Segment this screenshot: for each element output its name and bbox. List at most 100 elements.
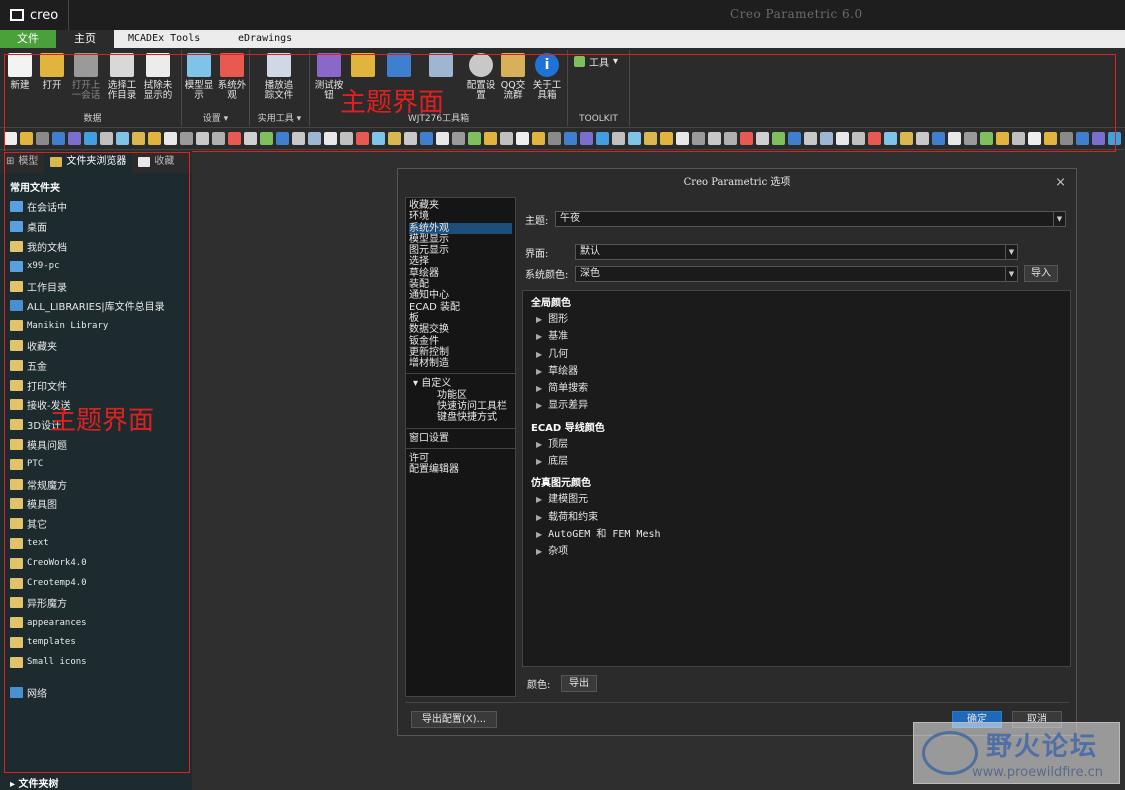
expand-arrow-icon: ▶ xyxy=(536,457,543,467)
color-section-item-label: 建模图元 xyxy=(548,494,589,506)
nav-config-editor[interactable]: 配置编辑器 xyxy=(409,464,512,475)
color-section-item[interactable]: ▶ 底层 xyxy=(531,453,1070,470)
nav-item[interactable]: 板 xyxy=(409,313,512,324)
color-section-item[interactable]: ▶ 显示差异 xyxy=(531,397,1070,414)
expand-arrow-icon: ▶ xyxy=(536,401,543,411)
nav-item[interactable]: 钣金件 xyxy=(409,336,512,347)
color-section-item-label: 杂项 xyxy=(548,546,569,558)
color-section-item-label: 基准 xyxy=(548,331,569,343)
tab-file[interactable]: 文件 xyxy=(0,30,56,48)
nav-item[interactable]: 选择 xyxy=(409,256,512,267)
options-nav-items: 收藏夹 环境 系统外观 模型显示 图元显示 选择 草绘器 装配 通知中心 ECAD 装配板数据交换… xyxy=(409,200,512,369)
expand-arrow-icon: ▶ xyxy=(536,332,543,342)
nav-customize[interactable]: ▾ 自定义 xyxy=(409,378,512,389)
color-section-item[interactable]: ▶ AutoGEM 和 FEM Mesh xyxy=(531,526,1070,543)
options-nav: 收藏夹 环境 系统外观 模型显示 图元显示 选择 草绘器 装配 通知中心 ECAD 装配板数据交换… xyxy=(405,197,516,697)
theme-value: 午夜 xyxy=(560,213,580,224)
tab-mcadex-tools[interactable]: MCADEx Tools xyxy=(114,30,224,48)
folder-tree-label: 文件夹树 xyxy=(18,779,59,790)
nav-customize-label: 自定义 xyxy=(421,378,452,390)
color-section-item[interactable]: ▶ 杂项 xyxy=(531,543,1070,560)
nav-item[interactable]: 增材制造 xyxy=(409,358,512,369)
import-button[interactable]: 导入 xyxy=(1024,265,1058,282)
dialog-divider xyxy=(405,702,1069,703)
annotation-text-ribbon: 主题界面 xyxy=(340,88,445,118)
interface-select[interactable]: 默认 ▼ xyxy=(575,244,1018,260)
forum-logo-icon xyxy=(922,731,978,775)
system-color-label: 系统颜色: xyxy=(525,270,569,281)
nav-item[interactable]: 通知中心 xyxy=(409,290,512,301)
nav-keyboard-shortcuts[interactable]: 键盘快捷方式 xyxy=(409,412,512,423)
theme-select[interactable]: 午夜 ▼ xyxy=(555,211,1066,227)
nav-item[interactable]: 数据交换 xyxy=(409,324,512,335)
color-section-item[interactable]: ▶ 载荷和约束 xyxy=(531,509,1070,526)
nav-item[interactable]: 装配 xyxy=(409,279,512,290)
export-config-button[interactable]: 导出配置(X)... xyxy=(411,711,497,728)
chevron-down-icon: ▼ xyxy=(1005,266,1017,281)
color-section-item-label: 图形 xyxy=(548,314,569,325)
color-section-item[interactable]: ▶ 草绘器 xyxy=(531,363,1070,380)
nav-item[interactable]: 系统外观 xyxy=(409,222,512,234)
color-section-item-label: 底层 xyxy=(548,456,569,468)
creo-logo-icon xyxy=(10,9,24,21)
color-section-item-label: AutoGEM 和 FEM Mesh xyxy=(548,528,661,540)
system-color-value: 深色 xyxy=(580,267,600,279)
expand-arrow-icon: ▶ xyxy=(536,384,543,394)
color-section-item[interactable]: ▶ 顶层 xyxy=(531,436,1070,453)
color-section-item[interactable]: ▶ 建模图元 xyxy=(531,491,1070,508)
theme-label: 主题: xyxy=(525,215,549,227)
nav-item[interactable]: ECAD 装配 xyxy=(409,302,512,313)
annotation-box-ribbon xyxy=(4,54,1116,152)
color-settings-panel: 全局颜色 ▶ 图形 ▶ 基准 ▶ 几何 ▶ 草绘器 ▶ 简单搜索 ▶ 显示差异 ECAD 导线颜色 ▶ 顶层 ▶… xyxy=(522,290,1071,667)
title-bar: creo Creo Parametric 6.0 xyxy=(0,0,1125,30)
window-title: Creo Parametric 6.0 xyxy=(730,7,863,21)
nav-item[interactable]: 环境 xyxy=(409,211,512,222)
expand-arrow-icon: ▶ xyxy=(536,349,543,359)
interface-value: 默认 xyxy=(580,246,600,257)
watermark-title: 野火论坛 xyxy=(986,732,1099,762)
nav-divider xyxy=(406,427,515,429)
nav-quick-access-toolbar[interactable]: 快速访问工具栏 xyxy=(409,401,512,412)
nav-item[interactable]: 草绘器 xyxy=(409,268,512,279)
close-icon[interactable]: × xyxy=(1055,169,1066,197)
expand-arrow-icon: ▶ xyxy=(536,366,543,376)
expand-arrow-icon: ▶ xyxy=(536,547,543,557)
options-dialog: Creo Parametric 选项 × 收藏夹 环境 系统外观 模型显示 图元显示 选择… xyxy=(397,168,1077,736)
nav-window-settings[interactable]: 窗口设置 xyxy=(409,433,512,444)
annotation-box-left-panel xyxy=(4,152,190,773)
tab-home[interactable]: 主页 xyxy=(56,30,114,48)
color-section-item[interactable]: ▶ 几何 xyxy=(531,346,1070,363)
interface-row: 界面: 默认 ▼ xyxy=(525,244,1018,260)
expand-arrow-icon: ▶ xyxy=(536,315,543,324)
color-section-item[interactable]: ▶ 基准 xyxy=(531,328,1070,345)
system-color-row: 系统颜色: 深色 ▼ 导入 xyxy=(525,265,1058,282)
nav-item[interactable]: 更新控制 xyxy=(409,347,512,358)
nav-item[interactable]: 模型显示 xyxy=(409,234,512,245)
chevron-down-icon: ▼ xyxy=(1005,245,1017,259)
system-color-select[interactable]: 深色 ▼ xyxy=(575,265,1018,282)
chevron-down-icon: ▼ xyxy=(1053,212,1065,226)
export-button[interactable]: 导出 xyxy=(561,675,597,692)
nav-item[interactable]: 图元显示 xyxy=(409,245,512,256)
logo-text: creo xyxy=(30,7,59,23)
folder-tree-toggle[interactable]: ▸ 文件夹树 xyxy=(10,775,59,790)
nav-item[interactable]: 收藏夹 xyxy=(409,200,512,211)
interface-label: 界面: xyxy=(525,248,549,260)
color-section-item-label: 显示差异 xyxy=(548,400,589,412)
theme-row: 主题: 午夜 ▼ xyxy=(525,211,1066,227)
nav-ribbon[interactable]: 功能区 xyxy=(409,390,512,401)
expand-arrow-icon: ▶ xyxy=(536,512,543,522)
tab-edrawings[interactable]: eDrawings xyxy=(224,30,334,48)
nav-license[interactable]: 许可 xyxy=(409,453,512,464)
color-label: 颜色: xyxy=(527,680,551,691)
color-section-item[interactable]: ▶ 简单搜索 xyxy=(531,380,1070,397)
watermark-url: www.proewildfire.cn xyxy=(972,765,1103,780)
expand-arrow-icon: ▶ xyxy=(536,495,543,505)
expand-arrow-icon: ▶ xyxy=(536,529,543,539)
color-section-heading: 全局颜色 xyxy=(531,298,571,309)
color-section-item[interactable]: ▶ 图形 xyxy=(531,311,1070,328)
color-section-item-label: 顶层 xyxy=(548,438,569,450)
creo-logo[interactable]: creo xyxy=(0,0,70,30)
